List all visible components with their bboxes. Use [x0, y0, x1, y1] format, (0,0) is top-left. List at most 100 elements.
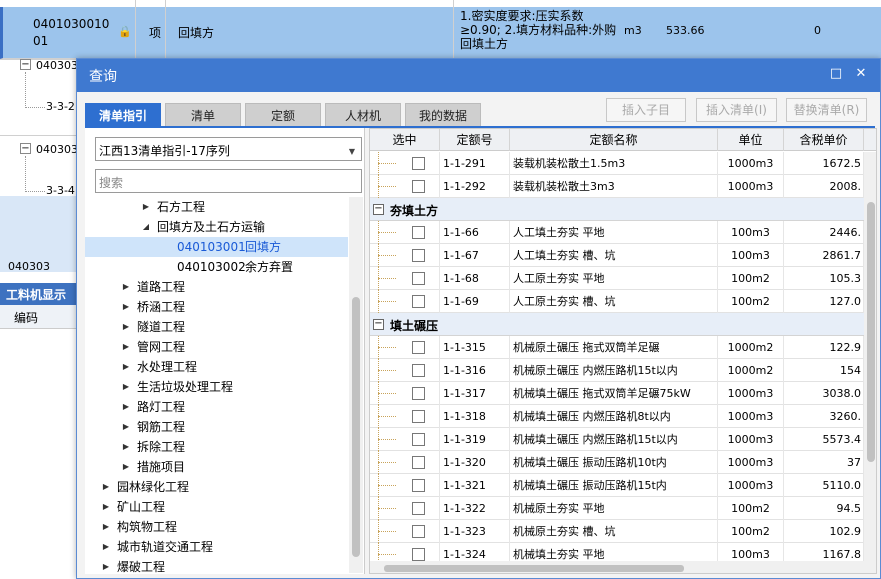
expand-arrow-icon[interactable]: ▶: [101, 477, 111, 497]
tree-node[interactable]: ▶ 钢筋工程: [85, 417, 348, 437]
tree-node[interactable]: ▶ 构筑物工程: [85, 517, 348, 537]
col-quota-name[interactable]: 定额名称: [510, 129, 718, 151]
scrollbar-thumb[interactable]: [384, 565, 684, 572]
bg-row-code: 040303: [36, 143, 78, 156]
tree-node[interactable]: ▶ 桥涵工程: [85, 297, 348, 317]
cell-code: 1-1-322: [440, 497, 510, 520]
table-row[interactable]: 1-1-66 人工填土夯实 平地 100m3 2446.: [370, 221, 864, 244]
col-unit[interactable]: 单位: [718, 129, 784, 151]
expand-arrow-icon[interactable]: ▶: [121, 417, 131, 437]
cell-name: 装载机装松散土3m3: [510, 175, 718, 198]
expand-arrow-icon[interactable]: ▶: [101, 497, 111, 517]
tab-list-guide[interactable]: 清单指引: [85, 103, 161, 127]
col-select[interactable]: 选中: [370, 129, 440, 151]
library-select[interactable]: 江西13清单指引-17序列 ▼: [95, 137, 362, 161]
cell-unit: 100m2: [718, 267, 784, 290]
cell-unit: 100m2: [718, 290, 784, 313]
tree-scrollbar[interactable]: [349, 197, 363, 573]
collapse-arrow-icon[interactable]: ◢: [141, 217, 151, 237]
table-row[interactable]: 1-1-320 机械填土碾压 振动压路机10t内 1000m3 37: [370, 451, 864, 474]
cell-name: 人工填土夯实 平地: [510, 221, 718, 244]
cell-name: 人工原土夯实 槽、坑: [510, 290, 718, 313]
scrollbar-thumb[interactable]: [867, 202, 875, 462]
table-row[interactable]: 1-1-319 机械填土碾压 内燃压路机15t以内 1000m3 5573.4: [370, 428, 864, 451]
close-icon[interactable]: ✕: [854, 67, 868, 81]
tree-node[interactable]: ◢ 回填方及土石方运输: [85, 217, 348, 237]
table-row[interactable]: 1-1-292 装载机装松散土3m3 1000m3 2008.: [370, 175, 864, 198]
table-row[interactable]: 1-1-317 机械填土碾压 拖式双筒羊足碾75kW 1000m3 3038.0: [370, 382, 864, 405]
tree-node[interactable]: ▶ 水处理工程: [85, 357, 348, 377]
expand-arrow-icon[interactable]: ▶: [121, 337, 131, 357]
expand-arrow-icon[interactable]: ▶: [121, 377, 131, 397]
tree-node[interactable]: ▶ 管网工程: [85, 337, 348, 357]
group-row[interactable]: − 夯填土方: [370, 198, 864, 221]
tree-node[interactable]: ▶ 矿山工程: [85, 497, 348, 517]
replace-list-button[interactable]: 替换清单(R): [786, 98, 867, 122]
expand-arrow-icon[interactable]: ▶: [121, 317, 131, 337]
tree-node[interactable]: ▶ 路灯工程: [85, 397, 348, 417]
table-row[interactable]: 1-1-322 机械原土夯实 平地 100m2 94.5: [370, 497, 864, 520]
table-horizontal-scrollbar[interactable]: [370, 561, 876, 573]
cell-unit: 1000m3: [718, 405, 784, 428]
tree-node[interactable]: 040103002 余方弃置: [85, 257, 348, 277]
cell-code: 1-1-324: [440, 543, 510, 561]
expand-arrow-icon[interactable]: ▶: [101, 537, 111, 557]
table-row[interactable]: 1-1-323 机械原土夯实 槽、坑 100m2 102.9: [370, 520, 864, 543]
tree-node[interactable]: ▶ 石方工程: [85, 197, 348, 217]
dialog-titlebar[interactable]: 查询 □ ✕: [77, 59, 880, 92]
selected-list-row[interactable]: 040103001001 🔒 项 回填方 1.密实度要求:压实系数≥0.90; …: [0, 7, 881, 59]
minimize-icon[interactable]: □: [829, 67, 843, 81]
col-quota-code[interactable]: 定额号: [440, 129, 510, 151]
expand-arrow-icon[interactable]: ▶: [121, 277, 131, 297]
table-row[interactable]: 1-1-318 机械填土碾压 内燃压路机8t以内 1000m3 3260.: [370, 405, 864, 428]
table-row[interactable]: 1-1-315 机械原土碾压 拖式双筒羊足碾 1000m2 122.9: [370, 336, 864, 359]
table-row[interactable]: 1-1-69 人工原土夯实 槽、坑 100m2 127.0: [370, 290, 864, 313]
tree-node[interactable]: ▶ 隧道工程: [85, 317, 348, 337]
expand-arrow-icon[interactable]: ▶: [121, 397, 131, 417]
expand-arrow-icon[interactable]: ▶: [141, 197, 151, 217]
table-row[interactable]: 1-1-68 人工原土夯实 平地 100m2 105.3: [370, 267, 864, 290]
cell-code: 1-1-316: [440, 359, 510, 382]
search-input[interactable]: 搜索: [95, 169, 362, 193]
cell-code: 1-1-68: [440, 267, 510, 290]
expand-arrow-icon[interactable]: ▶: [101, 517, 111, 537]
tree-node[interactable]: ▶ 城市轨道交通工程: [85, 537, 348, 557]
tree-node[interactable]: ▶ 道路工程: [85, 277, 348, 297]
collapse-icon[interactable]: −: [373, 204, 384, 215]
table-row[interactable]: 1-1-316 机械原土碾压 内燃压路机15t以内 1000m2 154: [370, 359, 864, 382]
group-row[interactable]: − 填土碾压: [370, 313, 864, 336]
table-row[interactable]: 1-1-67 人工填土夯实 槽、坑 100m3 2861.7: [370, 244, 864, 267]
table-row[interactable]: 1-1-324 机械填土夯实 平地 100m3 1167.8: [370, 543, 864, 561]
tab-list[interactable]: 清单: [165, 103, 241, 127]
expand-icon[interactable]: −: [20, 143, 31, 154]
table-row[interactable]: 1-1-321 机械填土碾压 振动压路机15t内 1000m3 5110.0: [370, 474, 864, 497]
cell-code: 1-1-69: [440, 290, 510, 313]
cell-price: 2446.: [784, 221, 864, 244]
tree-node[interactable]: ▶ 爆破工程: [85, 557, 348, 573]
cell-unit: 100m3: [718, 221, 784, 244]
bg-row-code: 040303: [8, 260, 50, 273]
col-price[interactable]: 含税单价: [784, 129, 864, 151]
insert-child-button[interactable]: 插入子目: [606, 98, 686, 122]
scrollbar-thumb[interactable]: [352, 297, 360, 557]
tab-quota[interactable]: 定额: [245, 103, 321, 127]
tree-node[interactable]: ▶ 拆除工程: [85, 437, 348, 457]
expand-arrow-icon[interactable]: ▶: [121, 357, 131, 377]
cell-unit: 1000m3: [718, 474, 784, 497]
tree-node[interactable]: ▶ 园林绿化工程: [85, 477, 348, 497]
tab-my-data[interactable]: 我的数据: [405, 103, 481, 127]
expand-arrow-icon[interactable]: ▶: [121, 457, 131, 477]
expand-arrow-icon[interactable]: ▶: [101, 557, 111, 573]
collapse-icon[interactable]: −: [373, 319, 384, 330]
cell-name: 机械填土碾压 振动压路机10t内: [510, 451, 718, 474]
tree-node[interactable]: ▶ 生活垃圾处理工程: [85, 377, 348, 397]
table-row[interactable]: 1-1-291 装载机装松散土1.5m3 1000m3 1672.5: [370, 152, 864, 175]
table-vertical-scrollbar[interactable]: [864, 152, 876, 561]
tree-node-selected[interactable]: 040103001 回填方: [85, 237, 348, 257]
tree-node[interactable]: ▶ 措施项目: [85, 457, 348, 477]
insert-list-button[interactable]: 插入清单(I): [696, 98, 777, 122]
expand-arrow-icon[interactable]: ▶: [121, 437, 131, 457]
expand-icon[interactable]: −: [20, 59, 31, 70]
tab-materials[interactable]: 人材机: [325, 103, 401, 127]
expand-arrow-icon[interactable]: ▶: [121, 297, 131, 317]
